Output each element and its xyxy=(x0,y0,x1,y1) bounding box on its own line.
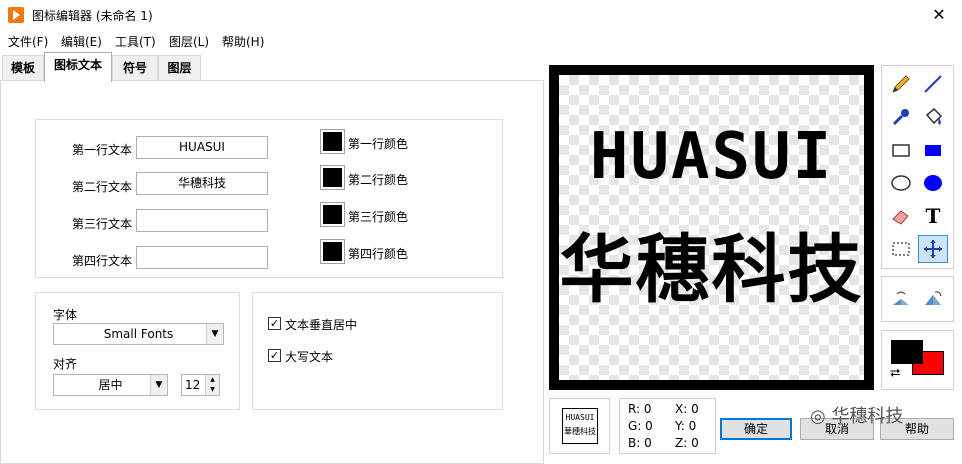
font-label: 字体 xyxy=(53,308,78,322)
line4-label: 第四行文本 xyxy=(72,254,133,268)
uppercase-label: 大写文本 xyxy=(285,350,334,364)
flip-rotate-tools xyxy=(881,276,954,322)
z-value: Z: 0 xyxy=(675,436,699,450)
line2-color-label: 第二行颜色 xyxy=(348,173,409,187)
move-icon[interactable] xyxy=(918,235,948,263)
preview-line2: 華穗科技 xyxy=(564,427,596,436)
line3-color-swatch[interactable] xyxy=(320,202,345,227)
line2-label: 第二行文本 xyxy=(72,180,133,194)
tab-template[interactable]: 模板 xyxy=(2,55,44,81)
y-value: Y: 0 xyxy=(675,419,697,433)
text-lines-group: 第一行文本 HUASUI 第二行文本 华穗科技 第三行文本 第四行文本 第一行颜… xyxy=(35,119,503,278)
align-select-value: 居中 xyxy=(98,378,123,392)
menu-edit[interactable]: 编辑(E) xyxy=(61,33,102,50)
filled-rectangle-icon[interactable] xyxy=(918,136,948,164)
menu-file[interactable]: 文件(F) xyxy=(8,33,48,50)
vertical-center-label: 文本垂直居中 xyxy=(285,318,358,332)
tab-strip: 模板 图标文本 符号 图层 xyxy=(0,52,545,82)
line2-color-swatch[interactable] xyxy=(320,165,345,190)
dropper-icon[interactable] xyxy=(886,103,916,131)
line1-color-label: 第一行颜色 xyxy=(348,137,409,151)
icon-text-panel: 第一行文本 HUASUI 第二行文本 华穗科技 第三行文本 第四行文本 第一行颜… xyxy=(0,80,544,464)
font-group: 字体 Small Fonts ▼ 对齐 居中 ▼ 12 ▲ ▼ xyxy=(35,292,240,410)
font-select-value: Small Fonts xyxy=(103,327,174,341)
menu-layers[interactable]: 图层(L) xyxy=(169,33,209,50)
tab-icon-text[interactable]: 图标文本 xyxy=(44,52,112,82)
vertical-center-checkbox[interactable]: ✓ xyxy=(268,317,281,330)
font-size-value: 12 xyxy=(185,378,201,392)
icon-canvas[interactable]: HUASUI 华穗科技 xyxy=(549,65,874,390)
watermark-text: 华穗科技 xyxy=(831,406,904,427)
line4-color-label: 第四行颜色 xyxy=(348,247,409,261)
font-size-stepper[interactable]: 12 ▲ ▼ xyxy=(181,374,220,396)
line1-text-input[interactable]: HUASUI xyxy=(136,136,268,159)
tab-layers[interactable]: 图层 xyxy=(158,55,201,81)
menu-bar: 文件(F) 编辑(E) 工具(T) 图层(L) 帮助(H) xyxy=(0,30,962,52)
canvas-line2: 华穗科技 xyxy=(559,227,864,313)
ellipse-icon[interactable] xyxy=(886,169,916,197)
line1-color-swatch[interactable] xyxy=(320,129,345,154)
preview-line1: HUASUI xyxy=(565,413,595,422)
line3-label: 第三行文本 xyxy=(72,217,133,231)
align-label: 对齐 xyxy=(53,357,78,371)
line2-text-input[interactable]: 华穗科技 xyxy=(136,172,268,195)
rotate-icon[interactable] xyxy=(918,285,948,313)
app-icon xyxy=(8,7,24,23)
fill-bucket-icon[interactable] xyxy=(918,103,948,131)
filled-ellipse-icon[interactable] xyxy=(918,169,948,197)
pencil-icon[interactable] xyxy=(886,70,916,98)
options-group: ✓ 文本垂直居中 ✓ 大写文本 xyxy=(252,292,503,410)
pixel-info: R: 0 G: 0 B: 0 X: 0 Y: 0 Z: 0 xyxy=(619,398,716,454)
x-value: X: 0 xyxy=(675,402,699,416)
menu-help[interactable]: 帮助(H) xyxy=(222,33,264,50)
tab-symbols[interactable]: 符号 xyxy=(112,55,158,81)
select-icon[interactable] xyxy=(886,235,916,263)
line1-label: 第一行文本 xyxy=(72,143,133,157)
line-icon[interactable] xyxy=(918,70,948,98)
rectangle-icon[interactable] xyxy=(886,136,916,164)
line4-text-input[interactable] xyxy=(136,246,268,269)
watermark: ◎ 华穗科技 xyxy=(810,402,903,428)
chevron-down-icon: ▼ xyxy=(150,375,167,395)
menu-tools[interactable]: 工具(T) xyxy=(115,33,156,50)
canvas-checkerboard: HUASUI 华穗科技 xyxy=(559,75,864,380)
wechat-icon: ◎ xyxy=(810,406,832,427)
canvas-line1: HUASUI xyxy=(589,120,834,194)
close-icon[interactable]: ✕ xyxy=(916,0,962,30)
foreground-color-swatch[interactable] xyxy=(891,340,923,364)
line4-color-swatch[interactable] xyxy=(320,239,345,264)
ok-button[interactable]: 确定 xyxy=(720,418,792,440)
flip-horizontal-icon[interactable] xyxy=(886,285,916,313)
green-value: G: 0 xyxy=(628,419,653,433)
window-title: 图标编辑器 (未命名 1) xyxy=(32,9,153,23)
tool-palette: T xyxy=(881,65,954,269)
line3-text-input[interactable] xyxy=(136,209,268,232)
chevron-down-icon: ▼ xyxy=(206,324,223,344)
stepper-arrows-icon[interactable]: ▲ ▼ xyxy=(205,375,219,395)
blue-value: B: 0 xyxy=(628,436,652,450)
eraser-icon[interactable] xyxy=(886,202,916,230)
title-bar: 图标编辑器 (未命名 1) ✕ xyxy=(0,0,962,30)
icon-preview: HUASUI 華穗科技 xyxy=(549,398,610,454)
color-selector: ⮂ xyxy=(881,330,954,390)
line3-color-label: 第三行颜色 xyxy=(348,210,409,224)
swap-colors-icon[interactable]: ⮂ xyxy=(890,366,900,381)
font-select[interactable]: Small Fonts ▼ xyxy=(53,323,224,345)
uppercase-checkbox[interactable]: ✓ xyxy=(268,349,281,362)
text-tool-icon[interactable]: T xyxy=(918,202,948,230)
align-select[interactable]: 居中 ▼ xyxy=(53,374,168,396)
red-value: R: 0 xyxy=(628,402,652,416)
icon-editor-window: 图标编辑器 (未命名 1) ✕ 文件(F) 编辑(E) 工具(T) 图层(L) … xyxy=(0,0,962,464)
